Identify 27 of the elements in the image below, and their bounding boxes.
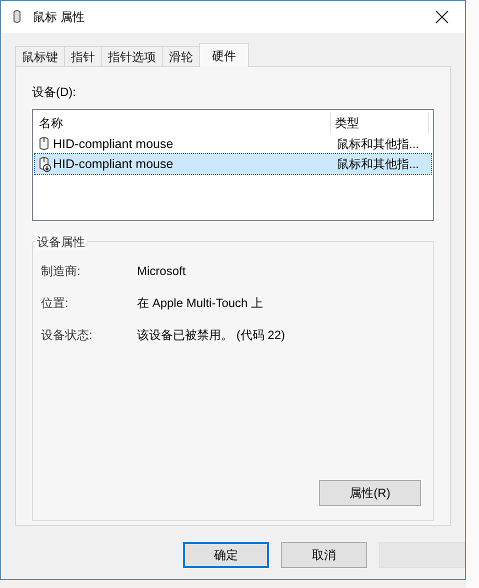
devices-label: 设备(D): [32,84,77,101]
group-title: 设备属性 [35,233,87,251]
window-title: 鼠标 属性 [33,9,86,26]
field-label: 位置: [41,295,70,312]
device-row[interactable]: HID-compliant mouse 鼠标和其他指... [35,134,431,154]
mouse-icon [37,136,51,152]
dialog-button[interactable]: 取消 [281,542,367,568]
tab[interactable]: 硬件 [199,43,249,67]
mouse-down-arrow-icon [37,156,51,172]
field-label: 制造商: [41,263,82,280]
column-header[interactable]: 类型 [331,112,429,134]
device-name: HID-compliant mouse [53,136,174,153]
tab[interactable]: 指针选项 [101,46,163,66]
field-value: 该设备已被禁用。 (代码 22) [137,327,286,344]
tab[interactable]: 鼠标键 [15,46,65,66]
device-name: HID-compliant mouse [53,156,174,173]
dialog-button[interactable]: 确定 [183,542,269,568]
device-type: 鼠标和其他指... [336,156,420,173]
close-icon [435,10,449,24]
tab[interactable]: 滑轮 [162,46,200,66]
field-label: 设备状态: [41,327,94,344]
properties-button[interactable]: 属性(R) [319,480,421,506]
device-type: 鼠标和其他指... [336,136,420,153]
field-value: 在 Apple Multi-Touch 上 [137,295,264,312]
field-value: Microsoft [137,263,186,280]
column-header[interactable]: 名称 [35,112,331,134]
tab[interactable]: 指针 [64,46,102,66]
